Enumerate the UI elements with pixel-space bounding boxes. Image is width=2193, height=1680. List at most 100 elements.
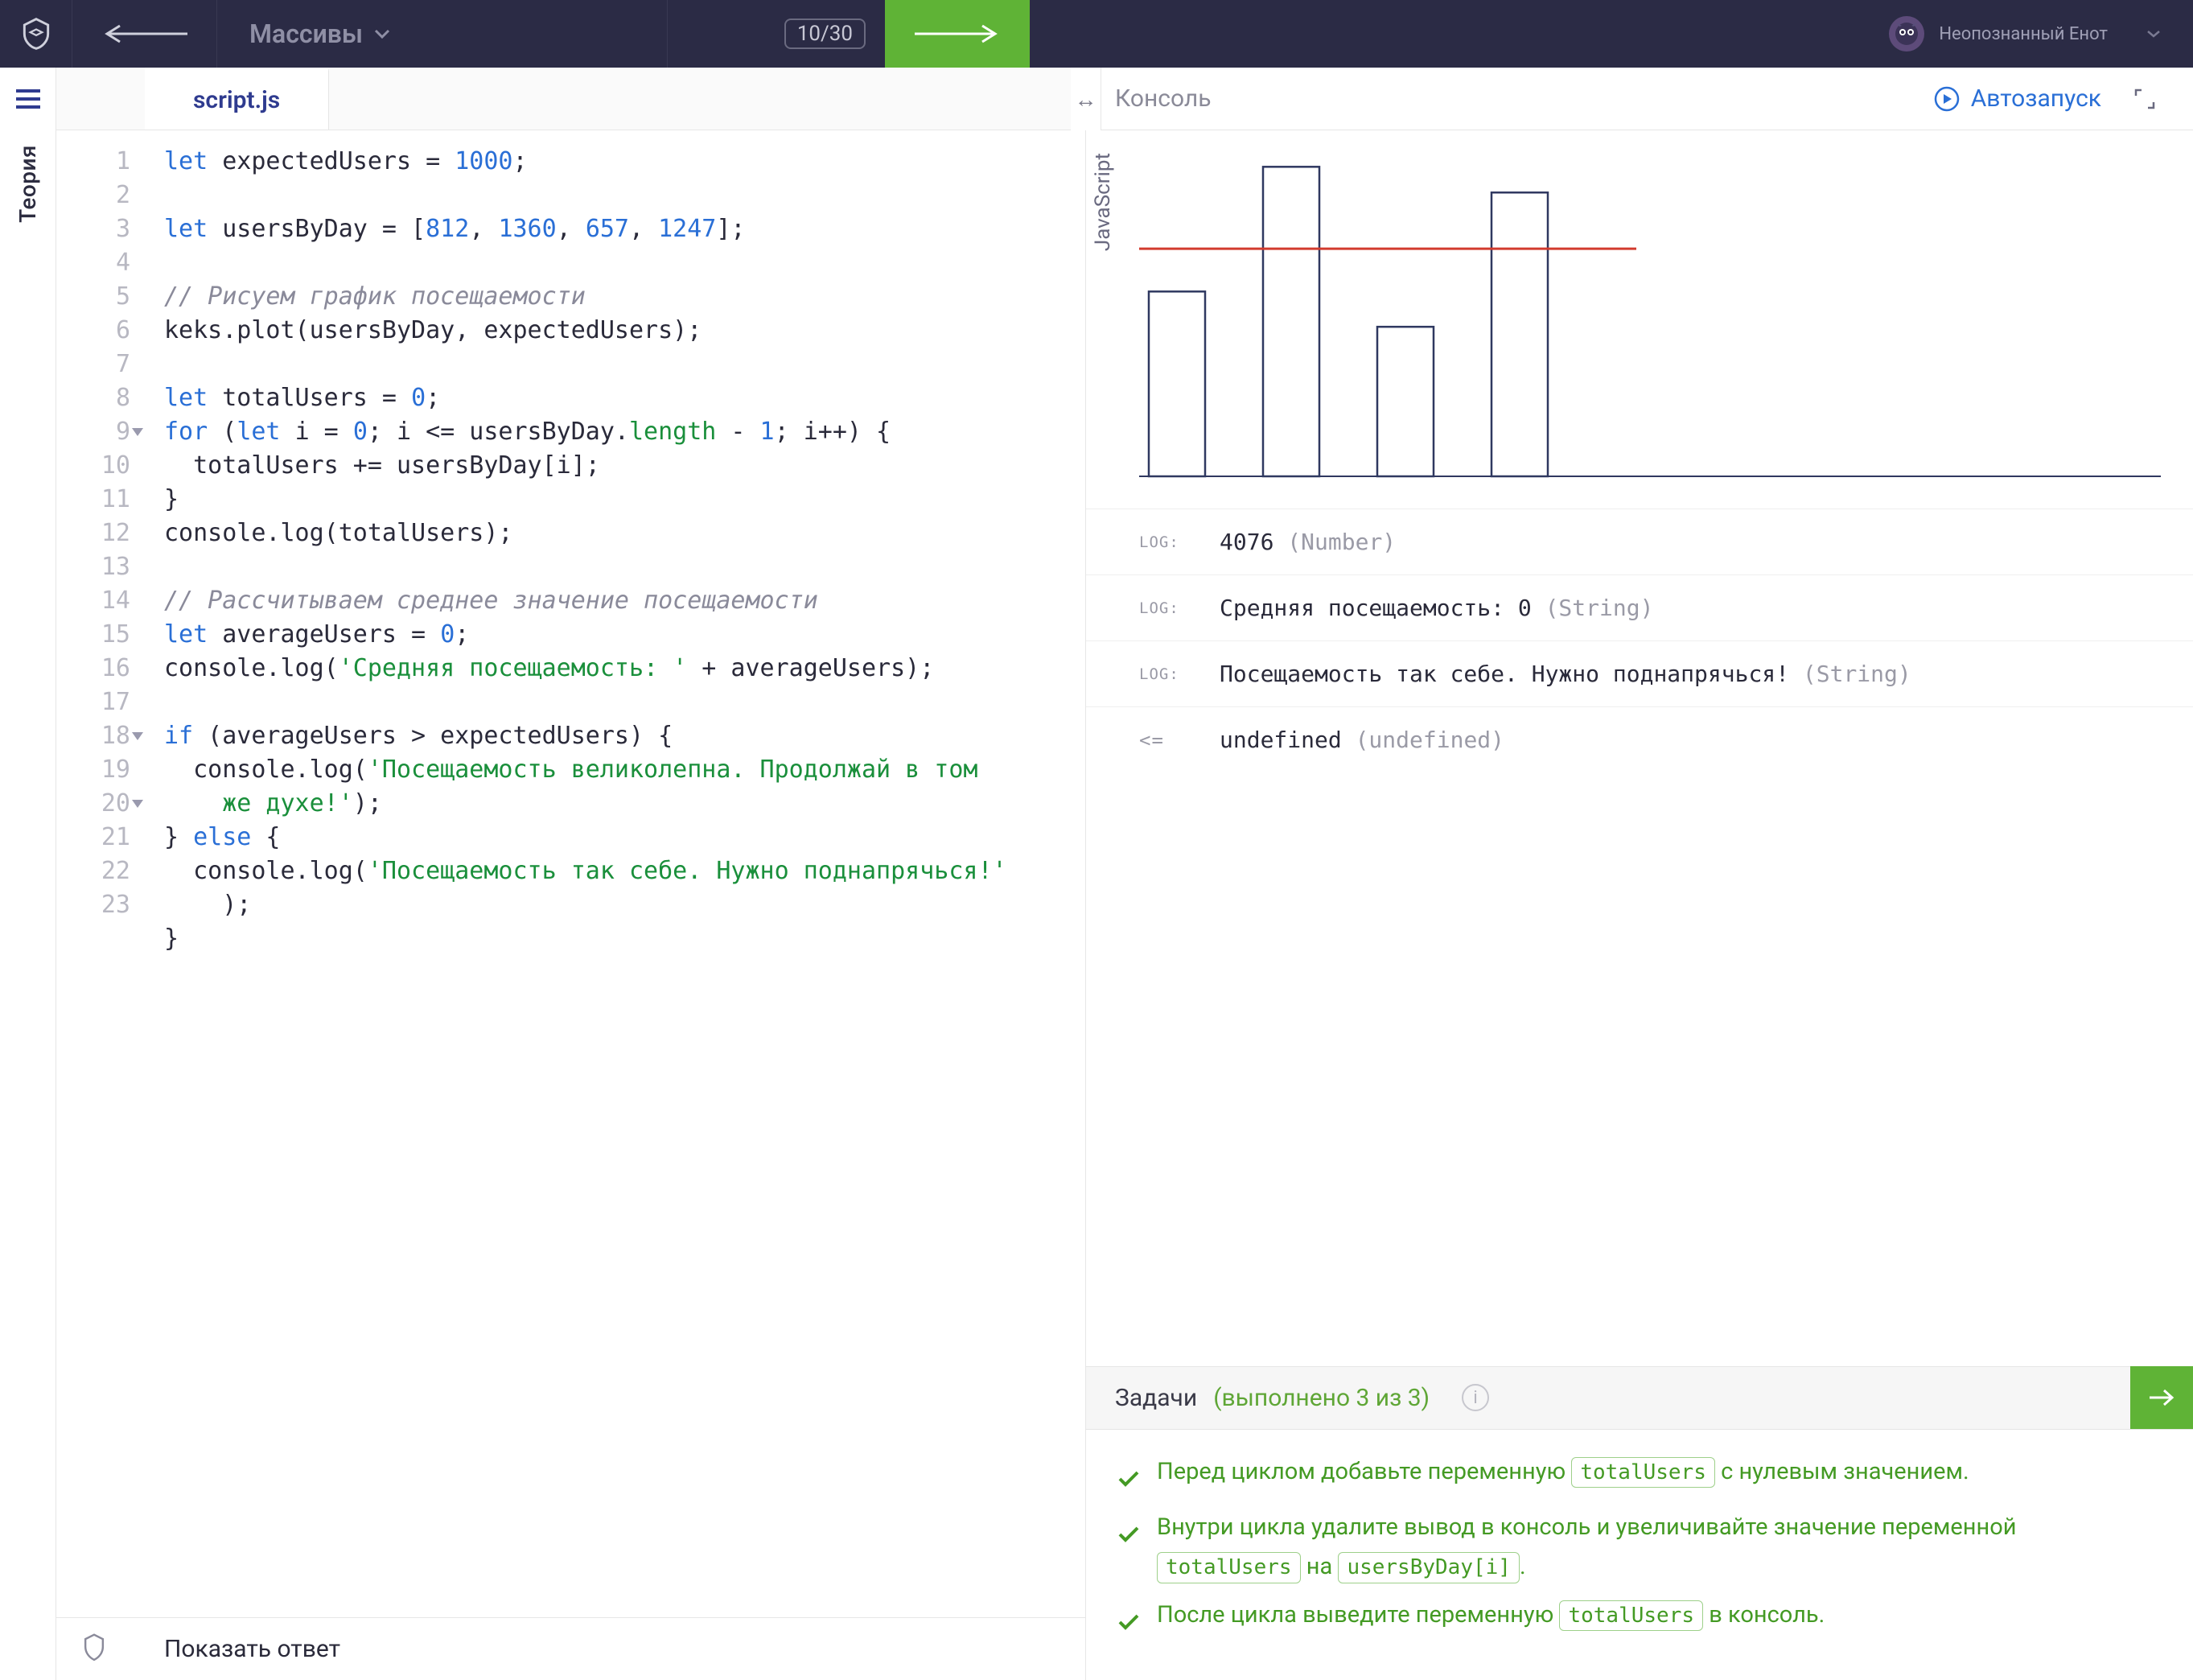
breadcrumb-label: Массивы [249,19,363,49]
code-chip: totalUsers [1157,1552,1301,1583]
autorun-toggle[interactable]: Автозапуск [1934,84,2101,113]
line-number: 8 [56,381,130,415]
logo[interactable] [0,0,72,68]
expand-button[interactable] [2125,80,2164,118]
code-chip: totalUsers [1571,1457,1715,1488]
show-answer-button[interactable]: Показать ответ [164,1635,340,1663]
task-text-pre: Перед циклом добавьте переменную [1157,1458,1571,1485]
line-number: 7 [56,348,130,381]
side-rail: Теория [0,68,56,1680]
arrow-right-icon [913,23,1002,45]
chart-area [1086,130,2193,509]
log-type: (String) [1803,661,1911,687]
line-number: 15 [56,618,130,652]
expand-icon [2133,88,2156,110]
task-text: Перед циклом добавьте переменную totalUs… [1157,1452,1969,1492]
arrow-right-icon [2148,1388,2175,1407]
task-text-post: . [1520,1553,1526,1580]
resize-handle[interactable]: ↔ [1071,68,1101,130]
check-icon [1118,1604,1141,1643]
code-content[interactable]: let expectedUsers = 1000; let usersByDay… [145,130,1085,1617]
task-text: Внутри цикла удалите вывод в консоль и у… [1157,1508,2161,1587]
log-value: Посещаемость так себе. Нужно поднапрячьс… [1220,661,1803,687]
log-tag: <= [1139,729,1187,751]
check-icon [1118,1516,1141,1555]
code-editor[interactable]: 1234567891011121314151617181920212223 le… [56,130,1085,1617]
tasks-info-icon[interactable]: i [1462,1384,1489,1411]
task-text-pre: Внутри цикла удалите вывод в консоль и у… [1157,1513,2017,1541]
task-text-pre: После цикла выведите переменную [1157,1601,1559,1629]
progress-wrap: 10/30 [668,0,885,68]
console-logs: LOG: 4076 (Number) LOG: Средняя посещаемост… [1086,509,2193,772]
line-number: 16 [56,652,130,686]
line-number: 9 [56,415,130,449]
line-number: 12 [56,517,130,550]
log-type: (undefined) [1356,727,1504,753]
log-type: (Number) [1287,529,1396,555]
log-value: 4076 [1220,529,1287,555]
avatar [1889,16,1924,51]
line-number: 22 [56,854,130,888]
task-text-mid: на [1301,1553,1339,1580]
shield-logo-icon [19,16,54,51]
js-label: JavaScript [1091,153,1115,251]
editor-panel: script.js 123456789101112131415161718192… [56,68,1086,1680]
line-number: 18 [56,719,130,753]
code-chip: usersByDay[i] [1338,1552,1520,1583]
next-button[interactable] [885,0,1030,68]
editor-tabs: script.js [56,68,1085,130]
editor-footer: Показать ответ [56,1617,1085,1680]
tab-script-js[interactable]: script.js [145,68,329,130]
menu-toggle[interactable] [14,89,42,113]
tasks-panel: Задачи (выполнено 3 из 3) i Перед циклом… [1086,1366,2193,1680]
line-number: 17 [56,686,130,719]
console-title: Консоль [1115,84,1910,113]
log-row: LOG: 4076 (Number) [1086,509,2193,574]
line-number: 3 [56,212,130,246]
tasks-next-button[interactable] [2130,1366,2193,1429]
tab-label: script.js [193,86,280,114]
line-number: 14 [56,584,130,618]
log-row: LOG: Средняя посещаемость: 0 (String) [1086,574,2193,640]
user-menu[interactable]: Неопознанный Енот [1865,0,2193,68]
line-number: 21 [56,821,130,854]
line-number: 5 [56,280,130,314]
line-number: 1 [56,145,130,179]
line-gutter: 1234567891011121314151617181920212223 [56,130,145,1617]
log-type: (String) [1545,595,1654,621]
play-circle-icon [1934,86,1960,112]
task-text-mid: в консоль. [1703,1601,1825,1629]
task-item: Перед циклом добавьте переменную totalUs… [1118,1452,2161,1500]
tasks-header[interactable]: Задачи (выполнено 3 из 3) i [1086,1367,2193,1430]
hint-icon[interactable] [80,1633,108,1666]
check-icon [1118,1460,1141,1500]
line-number: 4 [56,246,130,280]
user-name: Неопознанный Енот [1939,24,2108,44]
autorun-label: Автозапуск [1971,84,2101,113]
log-value: undefined [1220,727,1356,753]
chevron-down-icon [374,28,390,39]
menu-icon [14,89,42,109]
line-number: 10 [56,449,130,483]
line-number: 23 [56,888,130,922]
line-number: 19 [56,753,130,787]
tasks-title: Задачи [1115,1384,1197,1412]
task-item: Внутри цикла удалите вывод в консоль и у… [1118,1508,2161,1587]
output-panel: ↔ Консоль Автозапуск JavaScrip [1086,68,2193,1680]
log-row: LOG: Посещаемость так себе. Нужно поднапр… [1086,640,2193,706]
log-tag: LOG: [1139,665,1187,683]
top-bar: Массивы 10/30 Неопозна [0,0,2193,68]
task-item: После цикла выведите переменную totalUse… [1118,1596,2161,1643]
task-text: После цикла выведите переменную totalUse… [1157,1596,1825,1635]
line-number: 13 [56,550,130,584]
log-tag: LOG: [1139,599,1187,617]
log-value: Средняя посещаемость: 0 [1220,595,1545,621]
raccoon-avatar-icon [1895,22,1919,46]
log-tag: LOG: [1139,533,1187,551]
line-number: 20 [56,787,130,821]
prev-button[interactable] [72,0,217,68]
breadcrumb[interactable]: Массивы [217,0,668,68]
theory-tab[interactable]: Теория [14,145,41,223]
arrow-left-icon [101,23,189,45]
line-number: 6 [56,314,130,348]
